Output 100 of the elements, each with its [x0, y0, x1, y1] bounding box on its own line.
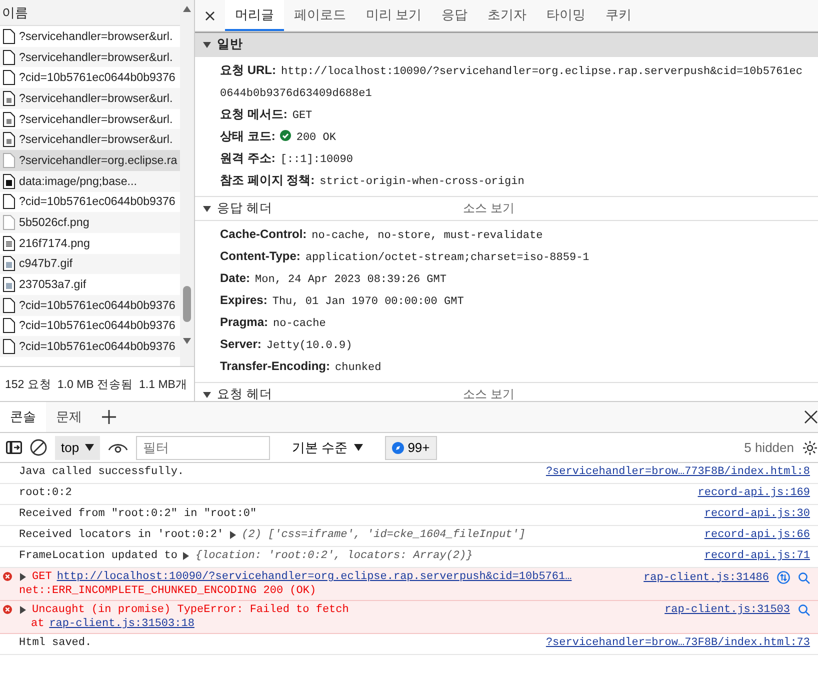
issues-button[interactable]: 99+ — [384, 436, 437, 460]
section-header[interactable]: 일반 — [195, 32, 818, 57]
status-text: 1.1 MB개 — [139, 378, 188, 392]
view-source-link[interactable]: 소스 보기 — [463, 200, 514, 217]
detail-tab[interactable]: 쿠키 — [596, 0, 642, 31]
request-row[interactable]: c947b7.gif — [0, 254, 180, 274]
collapse-icon[interactable] — [203, 40, 211, 48]
file-icon — [3, 112, 15, 127]
header-row-text: Transfer-Encoding: chunked — [220, 358, 382, 376]
file-icon — [3, 215, 15, 230]
file-icon — [3, 50, 15, 65]
header-value: 200 OK — [296, 132, 336, 144]
log-text: root:0:2 — [19, 487, 72, 499]
header-row-text: 참조 페이지 정책: strict-origin-when-cross-origin — [220, 172, 526, 190]
file-icon — [3, 70, 15, 86]
section-title: 일반 — [217, 36, 244, 53]
header-row-text: Content-Type: application/octet-stream;charset=iso-8859-1 — [220, 248, 590, 266]
console-tab[interactable]: 문제 — [46, 402, 92, 432]
request-row[interactable]: 237053a7.gif — [0, 274, 180, 295]
status-text: 1.0 MB 전송됨 — [57, 378, 134, 392]
error-text: Uncaught (in promise) TypeError: Failed to fetch — [32, 604, 349, 616]
file-icon — [3, 318, 15, 334]
log-text: Html saved. — [19, 637, 92, 649]
object-preview[interactable]: (2) ['css=iframe', 'id=cke_1604_fileInput'] — [242, 529, 526, 541]
network-icon[interactable] — [777, 571, 790, 584]
error-text: net::ERR_INCOMPLETE_CHUNKED_ENCODING 200 (OK) — [19, 585, 316, 597]
object-preview[interactable]: {location: 'root:0:2', locators: Array(2)} — [195, 550, 473, 562]
close-icon[interactable] — [804, 410, 818, 424]
settings-icon[interactable] — [802, 440, 818, 456]
log-text: FrameLocation updated to — [19, 550, 178, 562]
request-row[interactable]: ?servicehandler=browser&url. — [0, 46, 180, 68]
source-link[interactable]: rap-client.js:31503:18 — [49, 618, 194, 630]
detail-tab[interactable]: 미리 보기 — [356, 0, 432, 31]
log-text: Received from "root:0:2" in "root:0" — [19, 508, 257, 520]
expand-icon[interactable] — [228, 531, 237, 539]
detail-tab[interactable]: 머리글 — [225, 0, 284, 31]
request-row[interactable]: ?servicehandler=browser&url. — [0, 26, 180, 47]
expand-icon[interactable] — [19, 606, 27, 614]
filter-field[interactable]: 필터 — [136, 436, 270, 460]
issues-icon — [392, 442, 404, 454]
header-row-text: 원격 주소: [::1]:10090 — [220, 150, 354, 168]
console-tab[interactable]: 콘솔 — [0, 402, 46, 432]
error-text: at — [31, 618, 44, 630]
detail-tab[interactable]: 타이밍 — [536, 0, 596, 31]
log-text: Java called successfully. — [19, 466, 184, 478]
request-row[interactable]: ?cid=10b5761ec0644b0b9376 — [0, 316, 180, 336]
request-row[interactable]: ?servicehandler=browser&url. — [0, 129, 180, 150]
file-icon — [3, 90, 15, 106]
request-row[interactable]: ?cid=10b5761ec0644b0b9376 — [0, 336, 180, 357]
file-icon — [3, 132, 15, 148]
detail-tab[interactable]: 응답 — [432, 0, 478, 31]
file-icon — [3, 174, 15, 189]
level-dropdown[interactable]: 기본 수준 — [286, 438, 369, 458]
source-link[interactable]: rap-client.js:31503 — [664, 604, 790, 616]
clear-icon[interactable] — [30, 439, 47, 456]
header-name: 상태 코드: — [220, 129, 276, 143]
header-row-text: Date: Mon, 24 Apr 2023 08:39:26 GMT — [220, 270, 448, 288]
request-row[interactable]: ?servicehandler=browser&url. — [0, 88, 180, 109]
error-icon — [3, 605, 12, 614]
expand-icon[interactable] — [182, 552, 190, 560]
view-source-link[interactable]: 소스 보기 — [463, 386, 514, 401]
hidden-count: 5 hidden — [744, 440, 794, 455]
source-link[interactable]: rap-client.js:31486 — [644, 572, 769, 584]
request-row[interactable]: data:image/png;base... — [0, 170, 180, 192]
header-row-text: 요청 URL: http://localhost:10090/?servicehandler=org.eclipse.rap.serverpush&cid=10b5761ec0644b0b9376d63409d688e1 — [220, 62, 804, 102]
collapse-icon[interactable] — [203, 390, 211, 398]
detail-tab[interactable]: 페이로드 — [284, 0, 356, 31]
request-row[interactable]: 5b5026cf.png — [0, 212, 180, 233]
source-link[interactable]: record-api.js:169 — [698, 487, 810, 499]
section-title: 응답 헤더 — [217, 200, 274, 217]
column-header[interactable]: 이름 — [0, 0, 180, 26]
request-row[interactable]: ?cid=10b5761ec0644b0b9376 — [0, 192, 180, 212]
file-icon — [3, 194, 15, 210]
file-icon — [3, 339, 15, 354]
header-row-text: 요청 메서드: GET — [220, 106, 314, 124]
sidebar-toggle-icon[interactable] — [6, 441, 22, 454]
detail-tab[interactable]: 초기자 — [478, 0, 537, 31]
context-dropdown[interactable]: top — [55, 436, 100, 460]
request-row[interactable]: ?servicehandler=org.eclipse.ra — [0, 150, 180, 171]
expand-icon[interactable] — [19, 573, 27, 581]
request-row[interactable]: ?servicehandler=browser&url. — [0, 108, 180, 130]
source-link[interactable]: record-api.js:30 — [704, 508, 810, 520]
section-header[interactable]: 응답 헤더 소스 보기 — [195, 197, 818, 221]
source-link[interactable]: record-api.js:66 — [704, 529, 810, 541]
scrollbar[interactable] — [180, 0, 194, 366]
source-link[interactable]: ?servicehandler=brow…773F8B/index.html:8 — [546, 466, 810, 478]
section-title: 요청 헤더 — [217, 386, 274, 401]
eye-icon[interactable] — [108, 442, 128, 454]
collapse-icon[interactable] — [203, 204, 211, 212]
request-row[interactable]: ?cid=10b5761ec0644b0b9376 — [0, 294, 180, 316]
source-link[interactable]: ?servicehandler=brow…73F8B/index.html:73 — [546, 637, 810, 649]
search-icon[interactable] — [798, 604, 810, 616]
url-link[interactable]: http://localhost:10090/?servicehandler=org.eclipse.rap.serverpush&cid=10b5761… — [56, 571, 572, 583]
source-link[interactable]: record-api.js:71 — [704, 550, 810, 562]
search-icon[interactable] — [798, 572, 810, 584]
request-row[interactable]: ?cid=10b5761ec0644b0b9376 — [0, 67, 180, 88]
request-row[interactable]: 216f7174.png — [0, 232, 180, 254]
plus-icon[interactable] — [102, 410, 116, 424]
file-icon — [3, 152, 15, 168]
check-icon — [280, 130, 292, 141]
